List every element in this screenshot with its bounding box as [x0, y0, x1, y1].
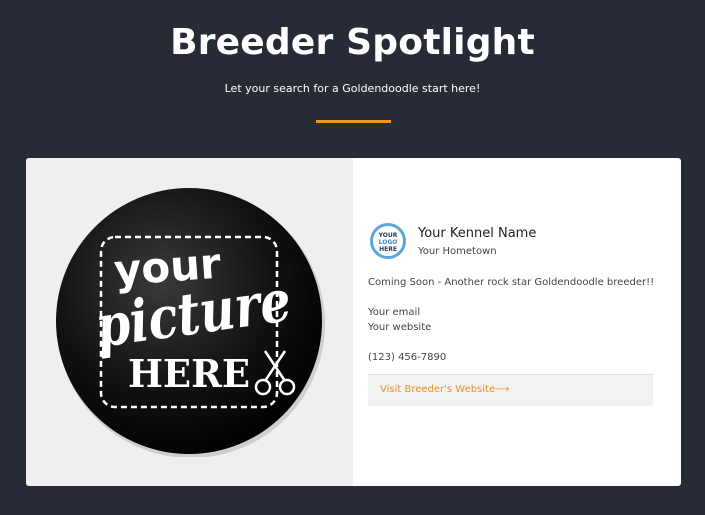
placeholder-text-here: HERE [128, 351, 250, 396]
breeder-details: YOUR LOGO HERE Your Kennel Name Your Hom… [368, 158, 668, 486]
breeder-image-panel: your picture HERE [26, 158, 353, 486]
page-subtitle: Let your search for a Goldendoodle start… [224, 82, 481, 95]
breeder-website: Your website [368, 322, 432, 333]
breeder-description: Coming Soon - Another rock star Goldendo… [368, 277, 655, 288]
kennel-logo: YOUR LOGO HERE [370, 223, 406, 259]
visit-website-link[interactable]: Visit Breeder's Website⟶ [380, 384, 510, 395]
kennel-hometown: Your Hometown [418, 246, 497, 257]
logo-text-line1: YOUR [378, 232, 398, 239]
breeder-email: Your email [368, 307, 421, 318]
title-divider [316, 120, 391, 123]
page-title: Breeder Spotlight [170, 22, 535, 63]
breeder-card: your picture HERE YOUR LOGO HERE Your Ke… [26, 158, 681, 486]
logo-text-line2: LOGO [378, 239, 398, 246]
breeder-phone: (123) 456-7890 [368, 352, 447, 363]
kennel-name: Your Kennel Name [418, 226, 537, 241]
visit-website-bar: Visit Breeder's Website⟶ [368, 374, 653, 406]
logo-text-line3: HERE [379, 246, 397, 253]
picture-placeholder-badge: your picture HERE [56, 188, 325, 457]
